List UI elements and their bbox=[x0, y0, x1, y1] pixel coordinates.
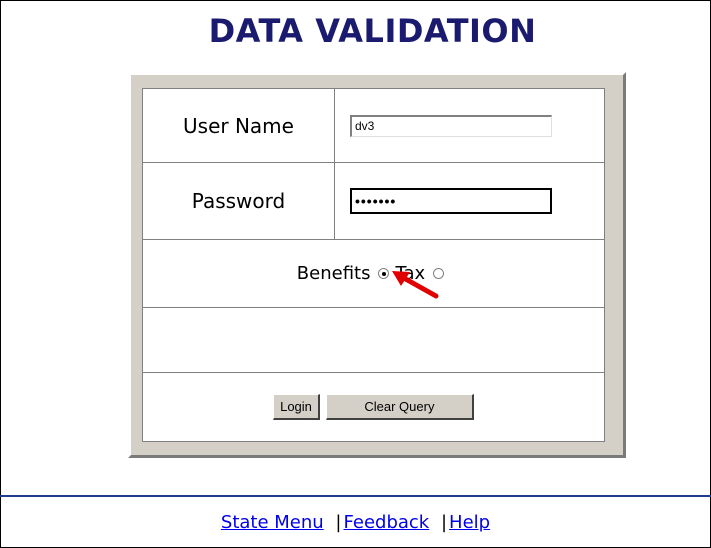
login-button[interactable]: Login bbox=[273, 394, 320, 420]
username-input[interactable] bbox=[350, 114, 552, 137]
system-choice-row: Benefits Tax bbox=[143, 240, 604, 308]
footer-links: State Menu | Feedback | Help bbox=[0, 512, 711, 533]
feedback-link[interactable]: Feedback bbox=[344, 512, 430, 533]
username-label: User Name bbox=[143, 89, 335, 162]
radio-group: Benefits Tax bbox=[143, 240, 604, 307]
login-panel: User Name Password Benefits Tax Login bbox=[128, 72, 626, 458]
clear-query-button[interactable]: Clear Query bbox=[325, 394, 474, 420]
benefits-radio-label: Benefits bbox=[296, 263, 371, 284]
footer-separator: | bbox=[440, 512, 448, 533]
password-row: Password bbox=[143, 163, 604, 240]
help-link[interactable]: Help bbox=[449, 512, 490, 533]
password-cell bbox=[335, 163, 604, 239]
username-cell bbox=[335, 89, 604, 162]
password-input[interactable] bbox=[350, 188, 552, 214]
password-label: Password bbox=[143, 163, 335, 239]
buttons-row: Login Clear Query bbox=[143, 373, 604, 441]
footer-divider bbox=[0, 495, 711, 497]
empty-row bbox=[143, 308, 604, 373]
username-row: User Name bbox=[143, 89, 604, 163]
red-arrow-icon bbox=[392, 271, 439, 299]
button-group: Login Clear Query bbox=[143, 373, 604, 441]
page-title: DATA VALIDATION bbox=[208, 12, 537, 50]
footer-separator: | bbox=[335, 512, 342, 533]
login-form-table: User Name Password Benefits Tax Login bbox=[142, 88, 605, 442]
state-menu-link[interactable]: State Menu bbox=[221, 512, 324, 533]
